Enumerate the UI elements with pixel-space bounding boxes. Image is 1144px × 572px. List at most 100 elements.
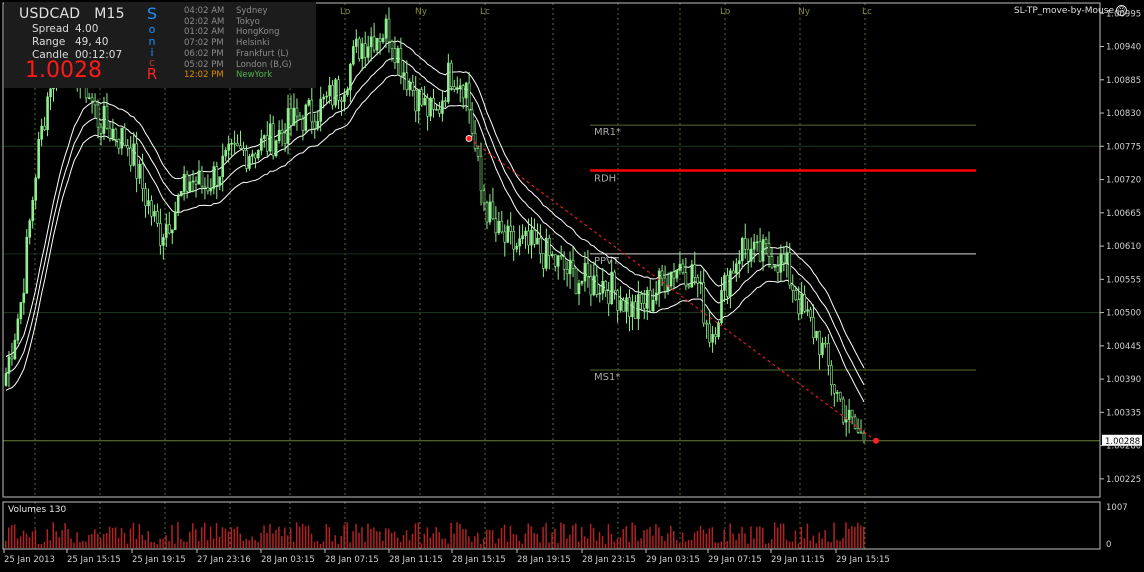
volume-bar xyxy=(765,543,767,548)
volume-bar xyxy=(162,538,164,548)
volume-bar xyxy=(251,536,253,548)
volume-bar xyxy=(435,527,437,548)
volume-bar xyxy=(545,522,547,548)
volume-bar xyxy=(349,542,351,548)
candle-body xyxy=(194,180,198,185)
volume-bar xyxy=(500,527,503,548)
volume-bar xyxy=(73,542,75,548)
volume-bar xyxy=(120,528,123,548)
candle-body xyxy=(402,72,406,77)
candle-body xyxy=(812,317,815,339)
candle-body xyxy=(40,125,43,140)
candle-body xyxy=(337,79,340,101)
volume-bar xyxy=(355,523,357,548)
volume-bar xyxy=(456,522,458,548)
volume-bar xyxy=(672,531,675,548)
session-time: 01:02 AM xyxy=(184,27,225,38)
volume-bar xyxy=(91,533,93,548)
candle-body xyxy=(583,262,587,282)
volume-bar xyxy=(180,539,182,548)
volume-bar xyxy=(19,536,22,548)
candle-body xyxy=(548,237,551,256)
candle-body xyxy=(262,135,266,139)
volume-bar xyxy=(696,531,699,548)
volume-bar xyxy=(399,541,402,548)
candle-body xyxy=(764,239,768,244)
volume-bar xyxy=(860,525,862,548)
volume-bar xyxy=(631,522,633,548)
candle-body xyxy=(752,241,756,250)
candle-body xyxy=(827,342,830,366)
volume-bar xyxy=(845,522,847,548)
volume-bar xyxy=(524,533,527,548)
session-row: 05:02 PM London (B,G) xyxy=(184,60,292,71)
candle-body xyxy=(156,211,159,224)
volume-bar xyxy=(791,541,794,548)
volume-bar xyxy=(132,522,135,548)
candle-body xyxy=(708,323,711,343)
candle-body xyxy=(206,187,210,192)
session-time: 04:02 AM xyxy=(184,6,225,16)
volume-bar xyxy=(592,527,595,548)
volume-bar xyxy=(22,530,25,548)
volume-bar xyxy=(444,538,446,548)
volume-bar xyxy=(803,538,806,548)
volume-bar xyxy=(298,526,301,548)
volume-bar xyxy=(25,533,28,548)
volume-bar xyxy=(809,540,812,548)
session-time: 12:02 PM xyxy=(184,70,224,81)
volume-bar xyxy=(49,540,52,548)
candle-body xyxy=(298,115,302,120)
candle-body xyxy=(470,109,474,134)
x-tick-label: 28 Jan 19:15 xyxy=(517,555,571,565)
volume-bar xyxy=(263,525,265,548)
candle-body xyxy=(411,81,415,91)
volume-bar xyxy=(411,533,414,548)
volume-bar xyxy=(744,533,746,548)
candle-body xyxy=(714,334,717,338)
volume-bar xyxy=(827,541,829,548)
y-tick-label: 1.00885 xyxy=(1106,76,1141,86)
volume-bar xyxy=(221,527,224,548)
candle-body xyxy=(295,107,299,117)
candle-body xyxy=(322,96,325,100)
volume-bar xyxy=(248,540,250,548)
volume-bar xyxy=(28,537,31,548)
symbol-label: USDCAD xyxy=(19,6,81,22)
volume-bar xyxy=(16,538,19,548)
volume-bar xyxy=(711,527,714,548)
volume-bar xyxy=(334,535,337,548)
volume-bar xyxy=(675,540,678,548)
candle-body xyxy=(545,237,548,269)
volume-bar xyxy=(613,541,616,548)
volume-bar xyxy=(488,529,491,548)
volume-bar xyxy=(200,527,203,548)
volume-bar xyxy=(708,528,711,548)
candle-body xyxy=(441,100,444,114)
volume-bar xyxy=(387,528,390,548)
candle-body xyxy=(114,128,118,140)
candle-body xyxy=(815,330,818,339)
candle-body xyxy=(785,252,789,264)
candle-body xyxy=(720,290,723,324)
candle-body xyxy=(435,109,438,111)
volume-bar xyxy=(307,525,310,548)
volume-bar xyxy=(290,528,292,548)
candle-body xyxy=(265,135,269,152)
candle-body xyxy=(672,271,676,279)
volume-bar xyxy=(197,541,200,548)
candle-body xyxy=(438,109,441,114)
candle-body xyxy=(542,253,545,269)
ma-band-line xyxy=(5,74,865,403)
x-tick-label: 28 Jan 15:15 xyxy=(452,555,506,565)
range-label: Range xyxy=(32,36,66,48)
candle-body xyxy=(838,392,842,400)
candle-body xyxy=(726,275,729,297)
y-tick-label: 1.00390 xyxy=(1106,375,1141,385)
candle-body xyxy=(628,297,631,317)
volume-bar xyxy=(753,538,755,548)
session-row: 04:02 AM Sydney xyxy=(184,6,292,17)
candle-body xyxy=(352,46,355,65)
volume-bar xyxy=(551,532,553,548)
volume-bar xyxy=(5,540,7,548)
